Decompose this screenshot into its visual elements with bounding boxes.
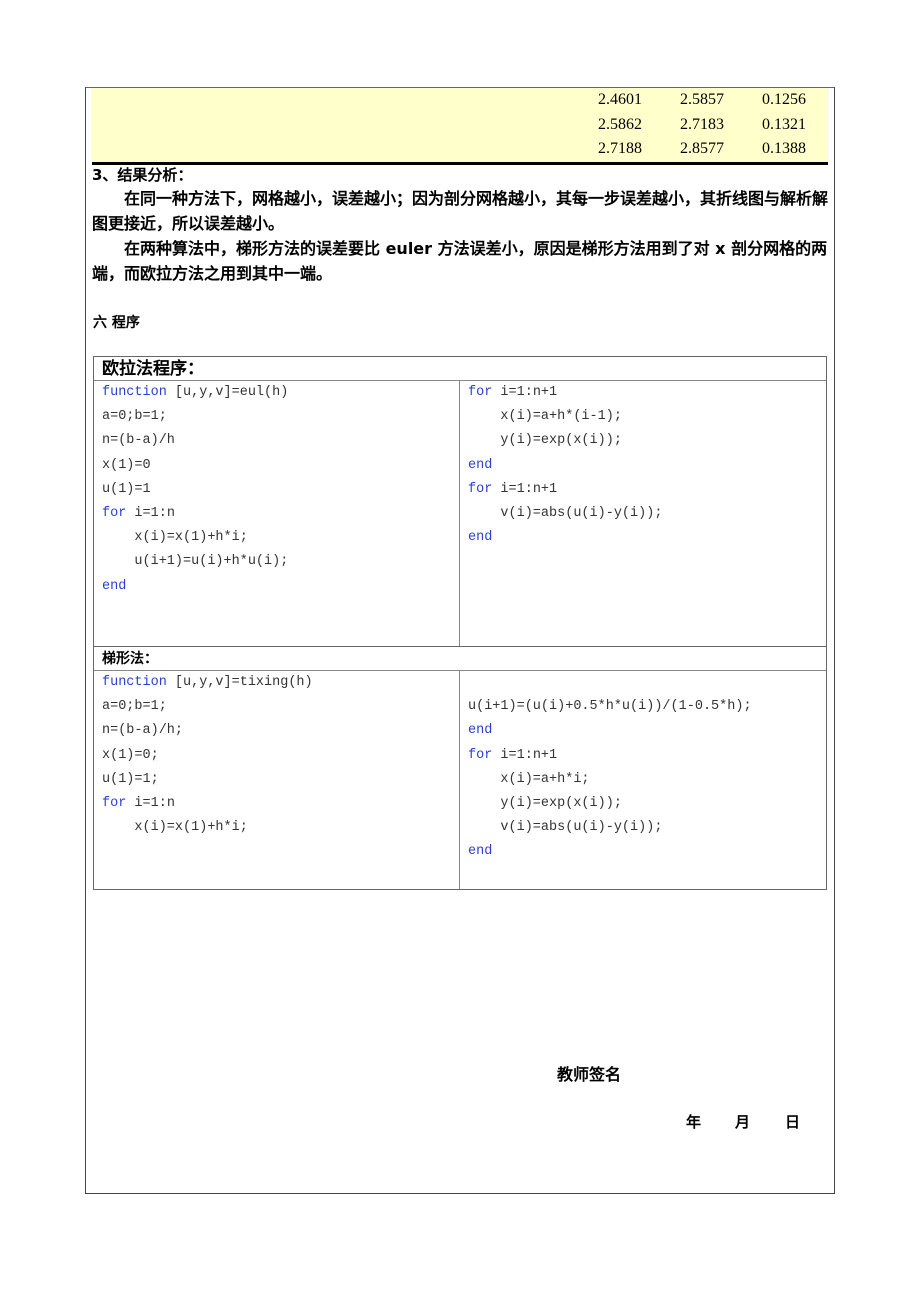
code-line: x(1)=0 — [102, 454, 451, 478]
code-text: a=0;b=1; — [102, 409, 167, 425]
euler-title: 欧拉法程序： — [94, 357, 826, 381]
table-row: 2.4601 2.5857 0.1256 — [92, 88, 828, 113]
euler-code-left: function [u,y,v]=eul(h) a=0;b=1; n=(b-a)/h… — [94, 381, 460, 646]
code-line: u(i+1)=u(i)+h*u(i); — [102, 550, 451, 574]
code-text: y(i)=exp(x(i)); — [468, 433, 622, 449]
code-line: a=0;b=1; — [102, 695, 451, 719]
code-line: x(i)=a+h*i; — [468, 768, 818, 792]
code-line: end — [468, 454, 818, 478]
teacher-signature-label: 教师签名 — [557, 1065, 622, 1084]
code-line: end — [468, 719, 818, 743]
table-cell: 2.5862 — [598, 115, 642, 133]
code-text: n=(b-a)/h — [102, 433, 175, 449]
code-line: v(i)=abs(u(i)-y(i)); — [468, 816, 818, 840]
code-text: i=1:n — [126, 505, 175, 521]
code-keyword: end — [468, 844, 493, 860]
code-line: x(i)=a+h*(i-1); — [468, 405, 818, 429]
code-text: u(i+1)=u(i)+h*u(i); — [102, 554, 289, 570]
code-line: y(i)=exp(x(i)); — [468, 429, 818, 453]
table-cell: 2.5857 — [680, 91, 724, 108]
code-line: for i=1:n+1 — [468, 478, 818, 502]
code-keyword: function — [102, 385, 167, 400]
table-cell: 0.1388 — [762, 140, 806, 157]
code-line: end — [468, 840, 818, 864]
trapezoid-title: 梯形法： — [94, 647, 826, 671]
code-line: for i=1:n+1 — [468, 381, 818, 405]
code-text: i=1:n+1 — [492, 747, 558, 763]
code-line: end — [468, 526, 818, 550]
code-text: x(i)=a+h*(i-1); — [468, 409, 622, 425]
code-line: x(i)=x(1)+h*i; — [102, 526, 451, 550]
date-day-label: 日 — [785, 1113, 801, 1131]
table-cell: 2.7188 — [598, 140, 642, 157]
code-text: x(i)=a+h*i; — [468, 771, 590, 787]
code-keyword: for — [102, 795, 127, 811]
code-text: x(1)=0 — [102, 457, 151, 473]
code-text: x(i)=x(1)+h*i; — [102, 820, 248, 836]
code-text: u(1)=1 — [102, 481, 151, 497]
code-text: y(i)=exp(x(i)); — [468, 795, 622, 811]
code-keyword: for — [102, 505, 127, 521]
code-line: n=(b-a)/h — [102, 429, 451, 453]
code-line: n=(b-a)/h; — [102, 719, 451, 743]
result-table: 2.4601 2.5857 0.1256 2.5862 2.7183 0.132… — [92, 88, 828, 165]
table-row: 2.5862 2.7183 0.1321 — [92, 113, 828, 138]
code-line: v(i)=abs(u(i)-y(i)); — [468, 502, 818, 526]
code-line: function [u,y,v]=tixing(h) — [102, 671, 451, 695]
date-year-label: 年 — [686, 1113, 702, 1131]
code-text: x(1)=0; — [102, 747, 159, 763]
code-text: [u,y,v]=tixing(h) — [166, 675, 313, 690]
code-line: function [u,y,v]=eul(h) — [102, 381, 451, 405]
table-cell: 2.4601 — [598, 91, 642, 108]
code-text: i=1:n+1 — [492, 385, 558, 400]
trapezoid-code-right: u(i+1)=(u(i)+0.5*h*u(i))/(1-0.5*h); end fo… — [460, 671, 826, 889]
code-keyword: end — [468, 723, 493, 739]
code-text: [u,y,v]=eul(h) — [166, 385, 289, 400]
code-line: u(i+1)=(u(i)+0.5*h*u(i))/(1-0.5*h); — [468, 695, 818, 719]
table-cell: 2.8577 — [680, 140, 724, 157]
code-keyword: function — [102, 675, 167, 690]
code-line: x(1)=0; — [102, 744, 451, 768]
table-cell: 0.1256 — [762, 91, 806, 108]
code-line: u(1)=1; — [102, 768, 451, 792]
code-line: for i=1:n — [102, 792, 451, 816]
table-row: 2.7188 2.8577 0.1388 — [92, 137, 828, 162]
code-keyword: end — [102, 578, 127, 594]
euler-code-right: for i=1:n+1 x(i)=a+h*(i-1); y(i)=exp(x(i… — [460, 381, 826, 646]
code-line: a=0;b=1; — [102, 405, 451, 429]
code-line: for i=1:n+1 — [468, 744, 818, 768]
code-keyword: for — [468, 747, 493, 763]
code-text: n=(b-a)/h; — [102, 723, 184, 739]
code-keyword: for — [468, 385, 493, 400]
analysis-paragraph: 在同一种方法下，网格越小，误差越小；因为剖分网格越小，其每一步误差越小，其折线图… — [92, 189, 829, 233]
code-keyword: end — [468, 530, 493, 546]
code-text: i=1:n+1 — [492, 481, 558, 497]
euler-code-table: 欧拉法程序： function [u,y,v]=eul(h) a=0;b=1; n=… — [93, 356, 827, 647]
analysis-heading: 3、结果分析： — [92, 166, 193, 184]
code-text: x(i)=x(1)+h*i; — [102, 530, 248, 546]
trapezoid-code-left: function [u,y,v]=tixing(h) a=0;b=1; n=(b-a… — [94, 671, 460, 889]
trapezoid-code-table: 梯形法： function [u,y,v]=tixing(h) a=0;b=1; n… — [93, 647, 827, 890]
code-text: v(i)=abs(u(i)-y(i)); — [468, 820, 663, 836]
code-line: u(1)=1 — [102, 478, 451, 502]
code-line: for i=1:n — [102, 502, 451, 526]
code-text: v(i)=abs(u(i)-y(i)); — [468, 505, 663, 521]
code-keyword: for — [468, 481, 493, 497]
code-text: i=1:n — [126, 795, 175, 811]
section-title: 六 程序 — [93, 315, 140, 331]
code-line: y(i)=exp(x(i)); — [468, 792, 818, 816]
code-text: u(i+1)=(u(i)+0.5*h*u(i))/(1-0.5*h); — [468, 699, 752, 715]
analysis-paragraph: 在两种算法中，梯形方法的误差要比 euler 方法误差小，原因是梯形方法用到了对… — [92, 239, 828, 283]
date-month-label: 月 — [735, 1113, 751, 1131]
code-text: a=0;b=1; — [102, 699, 167, 715]
code-line: end — [102, 575, 451, 599]
code-line: x(i)=x(1)+h*i; — [102, 816, 451, 840]
code-keyword: end — [468, 457, 493, 473]
table-cell: 2.7183 — [680, 115, 724, 133]
table-cell: 0.1321 — [762, 115, 806, 133]
code-text: u(1)=1; — [102, 771, 159, 787]
